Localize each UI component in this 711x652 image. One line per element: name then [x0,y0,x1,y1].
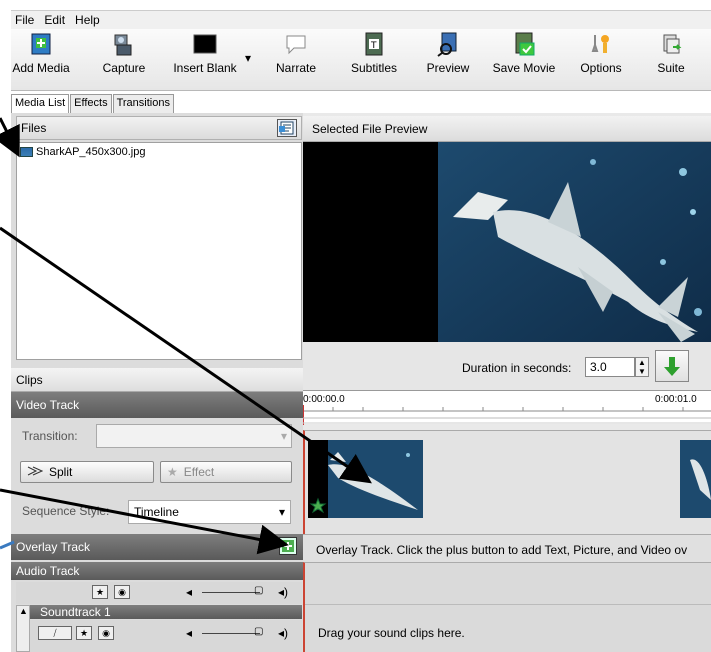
subtitles-button[interactable]: T Subtitles [346,31,402,75]
audio-track-lane[interactable] [305,563,711,605]
insert-blank-button[interactable]: Insert Blank [169,31,241,75]
audio-track-area[interactable]: Drag your sound clips here. [303,562,711,652]
speech-bubble-icon [284,31,308,57]
list-item[interactable]: SharkAP_450x300.jpg [17,143,301,161]
overlay-track-label: Overlay Track [16,540,91,554]
apply-duration-button[interactable] [655,350,689,382]
soundtrack-header: Soundtrack 1 [30,605,302,619]
split-label: Split [49,465,73,479]
video-track-label: Video Track [16,398,80,412]
star-icon: ★ [167,465,178,479]
menu-bar: File Edit Help [11,10,711,29]
tab-media-list[interactable]: Media List [11,94,70,113]
transition-select[interactable]: ▾ [96,424,292,448]
split-icon [27,465,44,480]
volume-slider[interactable] [202,592,260,593]
svg-text:T: T [370,41,377,51]
soundtrack-controls: ⧸ ★ ◉ ◂ ▢ ◂) [30,620,302,652]
slider-thumb-icon[interactable]: ▢ [254,585,263,596]
star-icon[interactable]: ★ [92,585,108,599]
capture-button[interactable]: Capture [99,31,149,75]
menu-edit[interactable]: Edit [44,13,65,27]
files-header: Files [16,116,302,140]
timeline-ruler[interactable]: 0:00:00.0 0:00:01.0 [303,390,711,425]
media-tabs: Media List Effects Transitions [11,94,175,113]
tab-effects[interactable]: Effects [70,94,112,113]
soundtrack-label: Soundtrack 1 [40,605,111,619]
duration-row: Duration in seconds: 3.0 ▲ ▼ [303,342,711,390]
scroll-up-icon[interactable]: ▲ [19,606,28,616]
audio-track-controls: ★ ◉ ◂ ▢ ◂) [16,582,302,604]
image-file-icon [20,147,33,157]
speaker-low-icon: ◂ [186,585,193,599]
insert-blank-dropdown[interactable]: ▾ [241,51,255,65]
duration-label: Duration in seconds: [462,361,572,375]
preview-icon [436,31,460,57]
overlay-track-area[interactable]: Overlay Track. Click the plus button to … [303,534,711,562]
blank-icon [193,31,217,57]
camera-icon [112,31,136,57]
tab-transitions[interactable]: Transitions [112,94,174,113]
overlay-hint: Overlay Track. Click the plus button to … [316,543,688,557]
volume-icon[interactable]: ◉ [114,585,130,599]
preview-image [303,142,711,342]
video-clip-thumbnail[interactable] [308,440,423,518]
files-list[interactable]: SharkAP_450x300.jpg [16,142,302,360]
options-button[interactable]: Options [576,31,626,75]
speaker-low-icon: ◂ [186,626,193,640]
audio-scrollbar[interactable]: ▲ [16,605,30,652]
preview-button[interactable]: Preview [423,31,473,75]
options-icon [589,31,613,57]
plus-icon [282,540,294,552]
audio-hint: Drag your sound clips here. [318,626,465,640]
arrow-down-icon [664,357,680,376]
add-file-button[interactable] [277,119,297,137]
slider-thumb-icon[interactable]: ▢ [254,626,263,637]
chevron-down-icon: ▾ [244,51,252,65]
clips-header: Clips [11,368,303,392]
add-media-button[interactable]: Add Media [11,31,71,75]
files-title: Files [21,121,47,135]
save-movie-button[interactable]: Save Movie [491,31,557,75]
suite-button[interactable]: Suite [646,31,696,75]
audio-track-label: Audio Track [16,564,80,578]
file-name: SharkAP_450x300.jpg [36,146,146,158]
toolbar: Add Media Capture Insert Blank ▾ Narrate… [11,29,711,91]
menu-file[interactable]: File [15,13,34,27]
effect-button[interactable]: ★ Effect [160,461,292,483]
shark-image [303,142,711,342]
sequence-style-value: Timeline [134,505,179,519]
sequence-style-label: Sequence Style: [22,504,110,518]
volume-icon[interactable]: ◉ [98,626,114,640]
volume-slider[interactable] [202,633,260,634]
speaker-high-icon: ◂) [278,626,289,640]
chevron-down-icon: ▾ [280,429,287,443]
star-icon[interactable]: ★ [76,626,92,640]
duration-input[interactable]: 3.0 [585,357,635,377]
add-media-icon [29,31,53,57]
video-clip-thumbnail[interactable] [680,440,711,518]
split-button[interactable]: Split [20,461,154,483]
preview-title: Selected File Preview [312,122,428,136]
add-overlay-button[interactable] [279,537,297,555]
save-movie-icon [512,31,536,57]
clips-title: Clips [16,373,43,387]
speaker-high-icon: ◂) [278,585,289,599]
duration-spinner[interactable]: ▲ ▼ [635,357,649,377]
chevron-down-icon: ▾ [278,505,285,519]
audio-track-header: Audio Track [11,562,303,580]
subtitles-icon: T [362,31,386,57]
sequence-style-select[interactable]: Timeline ▾ [128,500,291,524]
split-icon[interactable]: ⧸ [38,626,72,640]
add-file-icon [279,121,294,135]
suite-icon [659,31,683,57]
narrate-button[interactable]: Narrate [271,31,321,75]
preview-header: Selected File Preview [303,116,711,142]
menu-help[interactable]: Help [75,13,100,27]
transition-label: Transition: [22,429,78,443]
video-track-header: Video Track [11,392,303,418]
effect-label: Effect [183,465,215,479]
overlay-track-header: Overlay Track [11,534,303,560]
